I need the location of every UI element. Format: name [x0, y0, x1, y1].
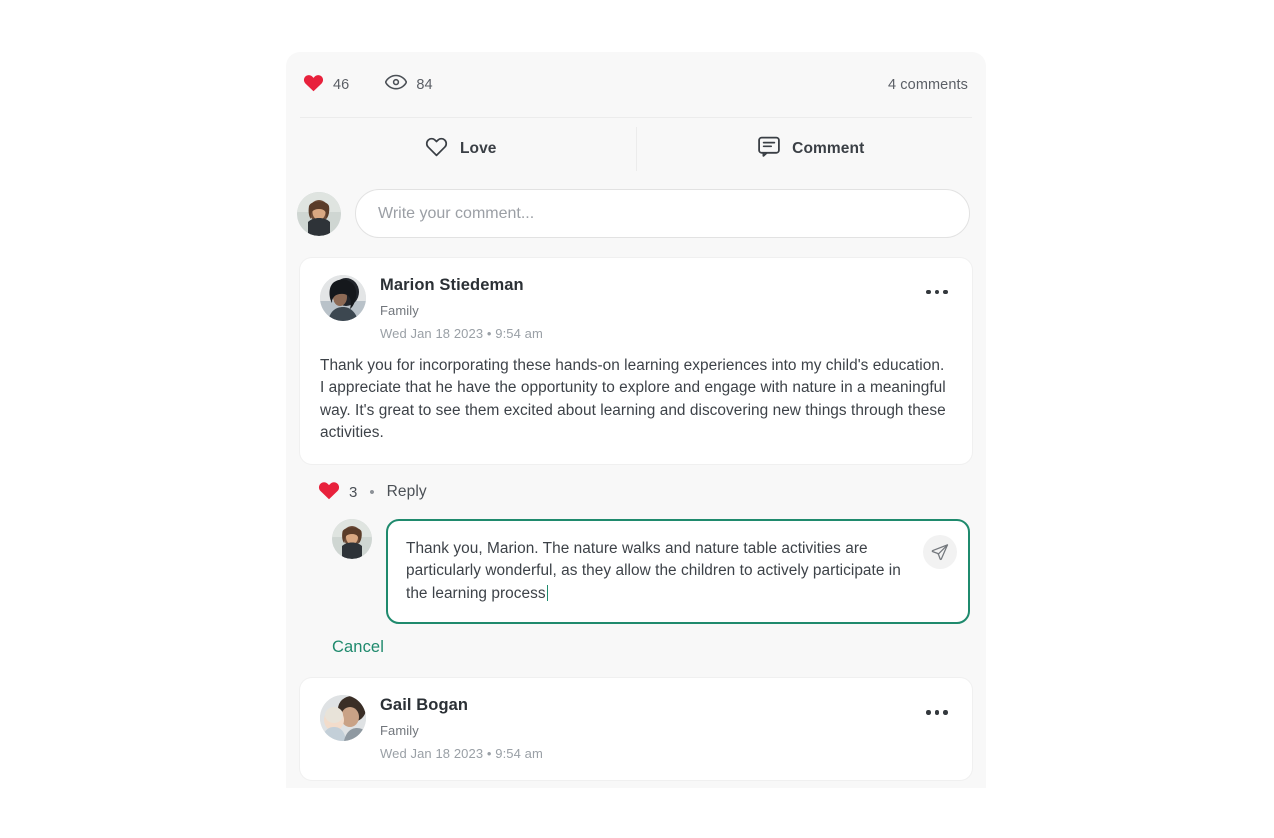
- comment-composer: [286, 179, 986, 250]
- post-actions-row: Love Comment: [286, 118, 986, 179]
- reply-text-value: Thank you, Marion. The nature walks and …: [406, 539, 901, 602]
- comments-count[interactable]: 4 comments: [888, 77, 968, 93]
- comment-button[interactable]: Comment: [637, 118, 987, 179]
- text-caret: [546, 584, 549, 601]
- more-options-icon[interactable]: [922, 701, 952, 723]
- comment-bubble-icon: [758, 136, 780, 162]
- post-stats-row: 46 84 4 comments: [286, 52, 986, 117]
- comment-reply-row: 3 • Reply: [318, 480, 986, 505]
- current-user-avatar[interactable]: [297, 191, 341, 236]
- comment-author-name: Gail Bogan: [380, 696, 469, 715]
- comment-meta: Marion Stiedeman Family Wed Jan 18 2023 …: [380, 275, 908, 341]
- view-count: 84: [416, 76, 433, 93]
- comment-body: Thank you for incorporating these hands-…: [320, 356, 946, 442]
- comment-header: Marion Stiedeman Family Wed Jan 18 2023 …: [320, 275, 952, 341]
- comment-header: Gail Bogan Family Wed Jan 18 2023 • 9:54…: [320, 695, 952, 761]
- comment-timestamp: Wed Jan 18 2023 • 9:54 am: [380, 325, 543, 341]
- reply-textarea[interactable]: Thank you, Marion. The nature walks and …: [386, 518, 970, 625]
- view-stat: 84: [385, 74, 433, 95]
- send-paper-plane-icon[interactable]: [923, 534, 957, 569]
- more-options-icon[interactable]: [922, 281, 952, 303]
- comment-author-name: Marion Stiedeman: [380, 276, 524, 294]
- marion-avatar[interactable]: [320, 275, 366, 321]
- comment-author-role: Family: [380, 302, 419, 318]
- eye-icon: [385, 74, 408, 95]
- cancel-reply-button[interactable]: Cancel: [332, 638, 384, 657]
- current-user-avatar[interactable]: [332, 518, 372, 559]
- comment-card-marion: Marion Stiedeman Family Wed Jan 18 2023 …: [300, 258, 972, 464]
- love-count: 46: [333, 76, 350, 93]
- heart-outline-icon: [425, 136, 448, 162]
- heart-filled-icon: [303, 73, 324, 97]
- love-button[interactable]: Love: [286, 118, 636, 179]
- comment-card-gail: Gail Bogan Family Wed Jan 18 2023 • 9:54…: [300, 678, 972, 781]
- comment-timestamp: Wed Jan 18 2023 • 9:54 am: [380, 746, 543, 762]
- love-stat[interactable]: 46: [303, 73, 349, 97]
- screen-root: 46 84 4 comments Love Comment Write your…: [0, 0, 1274, 838]
- reply-separator: •: [369, 483, 375, 501]
- comment-button-label: Comment: [792, 139, 865, 157]
- reply-composer: Thank you, Marion. The nature walks and …: [332, 518, 970, 625]
- love-button-label: Love: [459, 139, 497, 157]
- post-feed-card: 46 84 4 comments Love Comment Write your…: [286, 52, 986, 788]
- heart-filled-icon[interactable]: [318, 480, 340, 505]
- reply-link[interactable]: Reply: [387, 483, 427, 501]
- comment-meta: Gail Bogan Family Wed Jan 18 2023 • 9:54…: [380, 695, 908, 761]
- gail-avatar[interactable]: [320, 695, 366, 742]
- comment-input[interactable]: [355, 189, 970, 238]
- comment-love-count: 3: [349, 483, 358, 501]
- comment-author-role: Family: [380, 723, 419, 739]
